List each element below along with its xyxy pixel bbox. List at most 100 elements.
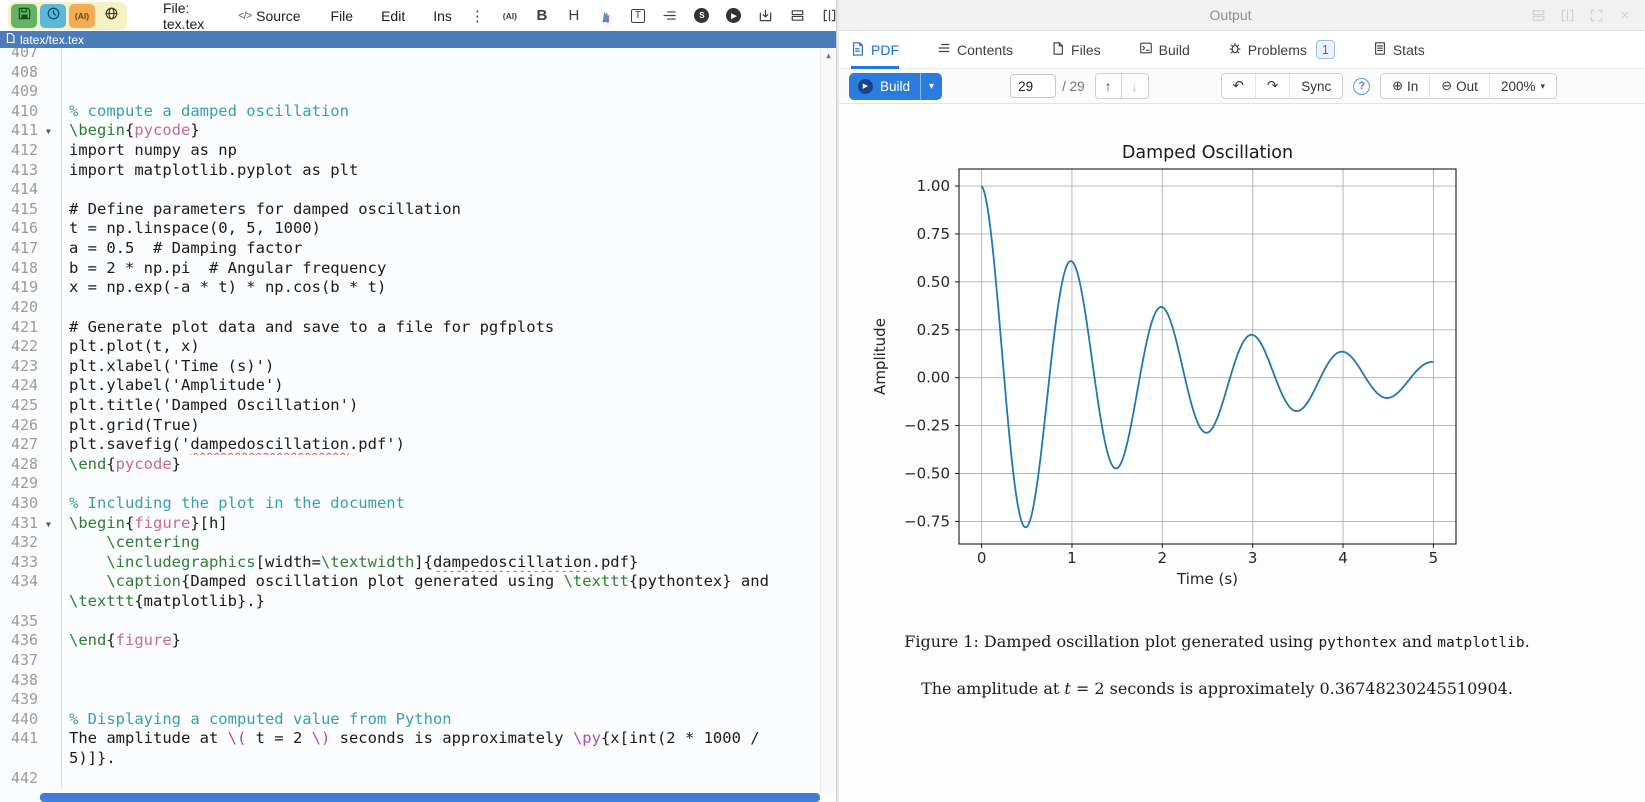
fold-gutter: [46, 474, 61, 494]
menu-ins[interactable]: Ins: [433, 8, 452, 24]
editor-line-433[interactable]: 433 \includegraphics[width=\textwidth]{d…: [0, 553, 836, 573]
text-box-icon[interactable]: T: [629, 7, 647, 25]
editor-line-415[interactable]: 415# Define parameters for damped oscill…: [0, 200, 836, 220]
output-tab-pdf[interactable]: PDF: [851, 31, 899, 69]
editor-wrap-line[interactable]: \texttt{matplotlib}.}: [0, 592, 836, 612]
line-number: 411: [0, 121, 46, 141]
undo-button[interactable]: ↶: [1222, 74, 1255, 98]
heading-icon[interactable]: H: [565, 7, 583, 25]
build-button[interactable]: ▶ Build ▾: [849, 73, 942, 100]
sync-button[interactable]: Sync: [1289, 74, 1342, 98]
code-text: [61, 612, 836, 632]
editor-line-437[interactable]: 437: [0, 651, 836, 671]
save-button[interactable]: [11, 4, 37, 28]
export-icon[interactable]: [757, 7, 775, 25]
bold-icon[interactable]: B: [533, 7, 551, 25]
palette-icon[interactable]: [597, 7, 615, 25]
editor-line-419[interactable]: 419x = np.exp(-a * t) * np.cos(b * t): [0, 278, 836, 298]
output-tab-contents[interactable]: Contents: [937, 31, 1013, 69]
open-file-tab[interactable]: latex/tex.tex: [0, 31, 836, 48]
editor-line-432[interactable]: 432 \centering: [0, 533, 836, 553]
fullscreen-icon[interactable]: [1588, 7, 1604, 23]
editor-line-409[interactable]: 409: [0, 82, 836, 102]
editor-line-423[interactable]: 423plt.xlabel('Time (s)'): [0, 357, 836, 377]
build-play-icon: ▶: [858, 79, 873, 94]
editor-line-414[interactable]: 414: [0, 180, 836, 200]
code-editor[interactable]: 407408409410% compute a damped oscillati…: [0, 48, 836, 802]
code-text: t = np.linspace(0, 5, 1000): [61, 219, 836, 239]
source-mode-toggle[interactable]: </> Source: [238, 8, 300, 24]
editor-line-418[interactable]: 418b = 2 * np.pi # Angular frequency: [0, 259, 836, 279]
editor-line-426[interactable]: 426plt.grid(True): [0, 416, 836, 436]
align-right-icon[interactable]: [661, 7, 679, 25]
editor-line-428[interactable]: 428\end{pycode}: [0, 455, 836, 475]
editor-line-412[interactable]: 412import numpy as np: [0, 141, 836, 161]
fold-marker-icon[interactable]: ▼: [46, 514, 61, 534]
editor-line-411[interactable]: 411▼\begin{pycode}: [0, 121, 836, 141]
editor-line-436[interactable]: 436\end{figure}: [0, 631, 836, 651]
special-char-icon[interactable]: S: [693, 7, 711, 25]
next-page-button[interactable]: ↓: [1122, 73, 1149, 99]
line-number: [0, 592, 46, 612]
kebab-menu-icon[interactable]: ⋮: [470, 7, 485, 25]
output-tab-stats[interactable]: Stats: [1373, 31, 1425, 69]
line-number: 410: [0, 102, 46, 122]
editor-vertical-scrollbar[interactable]: ▲: [820, 48, 836, 793]
editor-line-417[interactable]: 417a = 0.5 # Damping factor: [0, 239, 836, 259]
editor-line-430[interactable]: 430% Including the plot in the document: [0, 494, 836, 514]
editor-line-424[interactable]: 424plt.ylabel('Amplitude'): [0, 376, 836, 396]
pdf-viewer[interactable]: 0123451.000.750.500.250.00−0.25−0.50−0.7…: [839, 104, 1645, 802]
document-body-text: The amplitude at t = 2 seconds is approx…: [839, 679, 1595, 698]
redo-button[interactable]: ↷: [1255, 74, 1289, 98]
split-horizontal-icon[interactable]: [789, 7, 807, 25]
editor-horizontal-scrollbar[interactable]: [40, 793, 820, 802]
zoom-out-button[interactable]: ⊖ Out: [1429, 74, 1489, 98]
editor-line-410[interactable]: 410% compute a damped oscillation: [0, 102, 836, 122]
editor-line-440[interactable]: 440% Displaying a computed value from Py…: [0, 710, 836, 730]
editor-line-441[interactable]: 441The amplitude at \( t = 2 \) seconds …: [0, 729, 836, 749]
web-button[interactable]: [98, 4, 124, 28]
editor-line-442[interactable]: 442: [0, 769, 836, 789]
ai-circle-icon[interactable]: (AI): [501, 7, 519, 25]
scroll-up-icon[interactable]: ▲: [821, 51, 836, 60]
editor-line-439[interactable]: 439: [0, 690, 836, 710]
previous-page-button[interactable]: ↑: [1095, 73, 1122, 99]
output-panel: Output × PDFContentsFilesBuildProblems1S…: [839, 0, 1645, 802]
close-panel-icon[interactable]: ×: [1617, 7, 1633, 23]
page-number-input[interactable]: [1010, 74, 1056, 98]
code-text: plt.plot(t, x): [61, 337, 836, 357]
output-tab-problems[interactable]: Problems1: [1228, 31, 1335, 69]
editor-line-425[interactable]: 425plt.title('Damped Oscillation'): [0, 396, 836, 416]
history-button[interactable]: [40, 4, 66, 28]
editor-line-413[interactable]: 413import matplotlib.pyplot as plt: [0, 161, 836, 181]
ai-edit-button[interactable]: (AI): [69, 4, 95, 28]
editor-line-427[interactable]: 427plt.savefig('dampedoscillation.pdf'): [0, 435, 836, 455]
fold-marker-icon[interactable]: ▼: [46, 121, 61, 141]
editor-line-422[interactable]: 422plt.plot(t, x): [0, 337, 836, 357]
menu-edit[interactable]: Edit: [381, 8, 405, 24]
run-icon[interactable]: ▶: [725, 7, 743, 25]
output-tab-files[interactable]: Files: [1051, 31, 1101, 69]
editor-wrap-line[interactable]: 5)]}.: [0, 749, 836, 769]
help-button[interactable]: ?: [1353, 78, 1370, 95]
editor-line-420[interactable]: 420: [0, 298, 836, 318]
editor-line-407[interactable]: 407: [0, 48, 836, 63]
editor-line-438[interactable]: 438: [0, 671, 836, 691]
split-vertical-icon[interactable]: [1559, 7, 1575, 23]
zoom-controls: ⊕ In ⊖ Out 200% ▾: [1380, 73, 1557, 99]
menu-file[interactable]: File: [331, 8, 354, 24]
editor-line-434[interactable]: 434 \caption{Damped oscillation plot gen…: [0, 572, 836, 592]
split-horizontal-icon[interactable]: [1530, 7, 1546, 23]
editor-line-421[interactable]: 421# Generate plot data and save to a fi…: [0, 318, 836, 338]
editor-line-429[interactable]: 429: [0, 474, 836, 494]
build-dropdown-caret[interactable]: ▾: [920, 73, 942, 100]
zoom-level-select[interactable]: 200% ▾: [1489, 74, 1556, 98]
editor-line-435[interactable]: 435: [0, 612, 836, 632]
zoom-in-button[interactable]: ⊕ In: [1381, 74, 1429, 98]
output-tab-build[interactable]: Build: [1139, 31, 1190, 69]
editor-line-431[interactable]: 431▼\begin{figure}[h]: [0, 514, 836, 534]
open-file-tab-label: latex/tex.tex: [20, 33, 84, 47]
editor-line-416[interactable]: 416t = np.linspace(0, 5, 1000): [0, 219, 836, 239]
editor-line-408[interactable]: 408: [0, 63, 836, 83]
line-number: 431: [0, 514, 46, 534]
